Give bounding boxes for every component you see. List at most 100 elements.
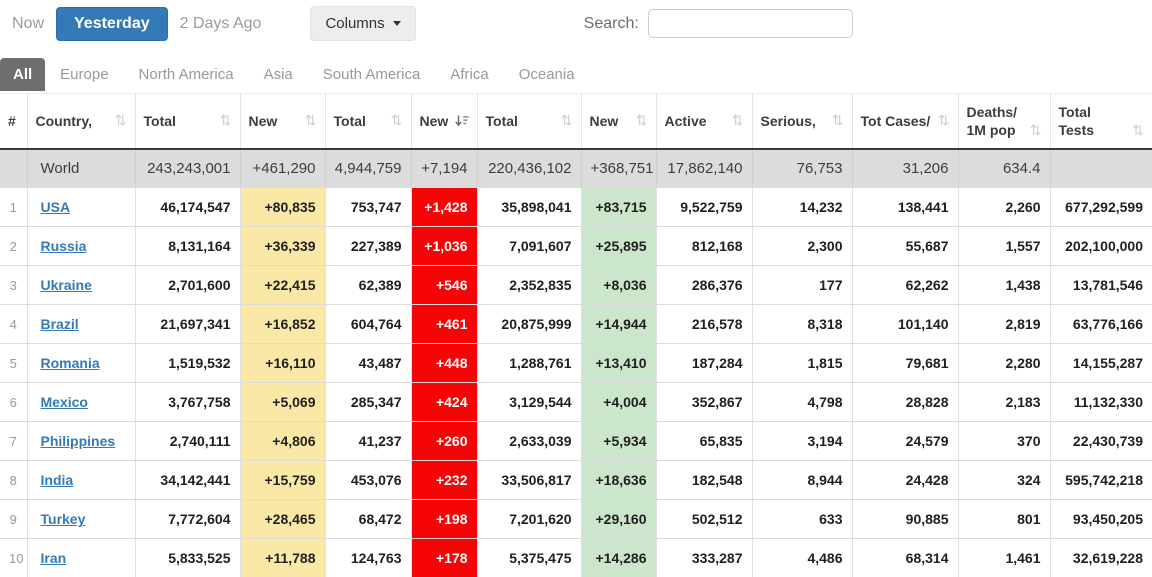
country-link[interactable]: Brazil xyxy=(41,316,79,332)
deaths-per-1m-cell: 1,438 xyxy=(958,266,1050,305)
country-cell: Ukraine xyxy=(27,266,135,305)
cases-per-1m-cell: 68,314 xyxy=(852,539,958,577)
total-tests-cell: 677,292,599 xyxy=(1050,188,1152,227)
serious-cell: 8,944 xyxy=(752,461,852,500)
total-deaths-cell: 285,347 xyxy=(325,383,411,422)
country-link[interactable]: Iran xyxy=(41,550,67,566)
tab-south-america[interactable]: South America xyxy=(308,58,436,91)
new-cases-cell: +15,759 xyxy=(240,461,325,500)
header-total-tests[interactable]: Total Tests ⇅ xyxy=(1050,94,1152,149)
total-deaths-cell: 753,747 xyxy=(325,188,411,227)
sort-icon: ⇅ xyxy=(938,112,950,129)
country-link[interactable]: Mexico xyxy=(41,394,88,410)
cases-per-1m-cell: 90,885 xyxy=(852,500,958,539)
total-deaths-cell: 43,487 xyxy=(325,344,411,383)
cases-per-1m-cell: 138,441 xyxy=(852,188,958,227)
serious-cell: 2,300 xyxy=(752,227,852,266)
header-serious-critical[interactable]: Serious, ⇅ xyxy=(752,94,852,149)
new-recovered-cell: +8,036 xyxy=(581,266,656,305)
header-country[interactable]: Country, ⇅ xyxy=(27,94,135,149)
yesterday-button[interactable]: Yesterday xyxy=(56,7,168,41)
total-tests-cell: 11,132,330 xyxy=(1050,383,1152,422)
caret-down-icon xyxy=(393,21,401,26)
total-tests-cell xyxy=(1050,149,1152,188)
tab-asia[interactable]: Asia xyxy=(249,58,308,91)
new-recovered-cell: +368,751 xyxy=(581,149,656,188)
sort-icon: ⇅ xyxy=(305,112,317,129)
country-link[interactable]: USA xyxy=(41,199,71,215)
header-new-cases[interactable]: New ⇅ xyxy=(240,94,325,149)
new-deaths-cell: +1,036 xyxy=(411,227,477,266)
columns-button[interactable]: Columns xyxy=(310,6,415,41)
country-link[interactable]: Ukraine xyxy=(41,277,92,293)
tab-all[interactable]: All xyxy=(0,58,45,91)
country-cell: Philippines xyxy=(27,422,135,461)
deaths-per-1m-cell: 801 xyxy=(958,500,1050,539)
new-deaths-cell: +424 xyxy=(411,383,477,422)
two-days-ago-button[interactable]: 2 Days Ago xyxy=(180,15,262,33)
search-input[interactable] xyxy=(648,9,853,38)
active-cases-cell: 216,578 xyxy=(656,305,752,344)
new-deaths-cell: +178 xyxy=(411,539,477,577)
new-deaths-cell: +461 xyxy=(411,305,477,344)
total-tests-cell: 63,776,166 xyxy=(1050,305,1152,344)
header-total-recovered[interactable]: Total ⇅ xyxy=(477,94,581,149)
country-cell: Russia xyxy=(27,227,135,266)
new-deaths-cell: +546 xyxy=(411,266,477,305)
row-rank: 5 xyxy=(0,344,27,383)
total-cases-cell: 3,767,758 xyxy=(135,383,240,422)
country-link[interactable]: Turkey xyxy=(41,511,86,527)
header-new-recovered[interactable]: New ⇅ xyxy=(581,94,656,149)
new-deaths-cell: +232 xyxy=(411,461,477,500)
header-label-line2: 1M pop xyxy=(967,121,1016,139)
tab-north-america[interactable]: North America xyxy=(124,58,249,91)
row-rank: 4 xyxy=(0,305,27,344)
total-cases-cell: 5,833,525 xyxy=(135,539,240,577)
total-cases-cell: 2,701,600 xyxy=(135,266,240,305)
header-tot-cases-1m[interactable]: Tot Cases/ ⇅ xyxy=(852,94,958,149)
country-row: 4 Brazil 21,697,341 +16,852 604,764 +461… xyxy=(0,305,1152,344)
header-rank[interactable]: # xyxy=(0,94,27,149)
total-deaths-cell: 227,389 xyxy=(325,227,411,266)
total-cases-cell: 21,697,341 xyxy=(135,305,240,344)
country-link[interactable]: Philippines xyxy=(41,433,116,449)
world-label: World xyxy=(27,149,135,188)
new-recovered-cell: +83,715 xyxy=(581,188,656,227)
total-deaths-cell: 4,944,759 xyxy=(325,149,411,188)
header-active-cases[interactable]: Active ⇅ xyxy=(656,94,752,149)
new-recovered-cell: +29,160 xyxy=(581,500,656,539)
tab-europe[interactable]: Europe xyxy=(45,58,123,91)
new-recovered-cell: +13,410 xyxy=(581,344,656,383)
tab-oceania[interactable]: Oceania xyxy=(504,58,590,91)
header-total-deaths[interactable]: Total ⇅ xyxy=(325,94,411,149)
header-label: New xyxy=(249,113,278,129)
country-link[interactable]: Russia xyxy=(41,238,87,254)
country-cell: Turkey xyxy=(27,500,135,539)
total-recovered-cell: 7,201,620 xyxy=(477,500,581,539)
header-new-deaths[interactable]: New xyxy=(411,94,477,149)
country-cell: India xyxy=(27,461,135,500)
deaths-per-1m-cell: 2,183 xyxy=(958,383,1050,422)
total-cases-cell: 1,519,532 xyxy=(135,344,240,383)
new-cases-cell: +80,835 xyxy=(240,188,325,227)
header-label: Serious, xyxy=(761,113,816,129)
serious-cell: 8,318 xyxy=(752,305,852,344)
active-cases-cell: 286,376 xyxy=(656,266,752,305)
total-recovered-cell: 7,091,607 xyxy=(477,227,581,266)
new-recovered-cell: +14,286 xyxy=(581,539,656,577)
country-row: 5 Romania 1,519,532 +16,110 43,487 +448 … xyxy=(0,344,1152,383)
header-total-cases[interactable]: Total ⇅ xyxy=(135,94,240,149)
tab-africa[interactable]: Africa xyxy=(435,58,503,91)
row-rank: 10 xyxy=(0,539,27,577)
toolbar: Now Yesterday 2 Days Ago Columns Search: xyxy=(0,0,1152,41)
country-link[interactable]: India xyxy=(41,472,74,488)
deaths-per-1m-cell: 2,260 xyxy=(958,188,1050,227)
total-deaths-cell: 68,472 xyxy=(325,500,411,539)
new-deaths-cell: +448 xyxy=(411,344,477,383)
active-cases-cell: 182,548 xyxy=(656,461,752,500)
world-summary-row: World 243,243,001 +461,290 4,944,759 +7,… xyxy=(0,149,1152,188)
now-button[interactable]: Now xyxy=(12,15,44,33)
new-deaths-cell: +7,194 xyxy=(411,149,477,188)
header-deaths-1m[interactable]: Deaths/ 1M pop ⇅ xyxy=(958,94,1050,149)
country-link[interactable]: Romania xyxy=(41,355,100,371)
